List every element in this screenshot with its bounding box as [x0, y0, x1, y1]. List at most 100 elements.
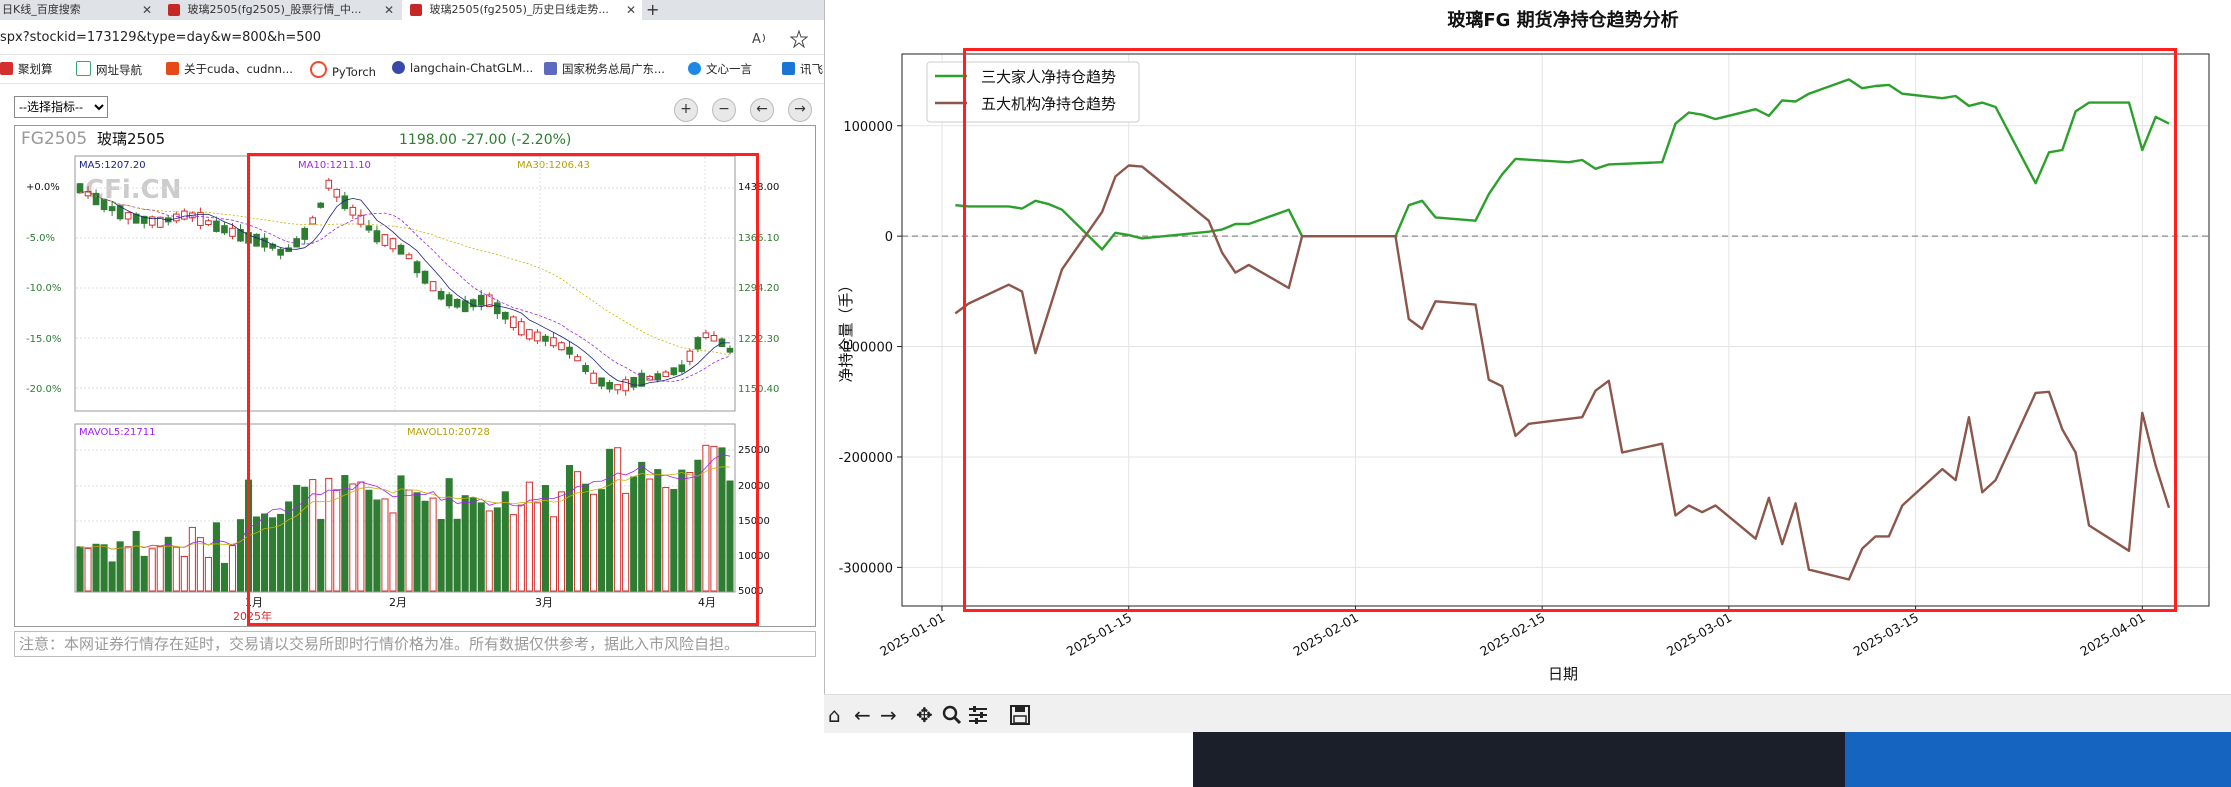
bookmark-item[interactable]: 文心一言 [688, 61, 752, 77]
volume-bar [84, 547, 92, 592]
address-bar[interactable]: spx?stockid=173129&type=day&w=800&h=500 … [0, 20, 825, 55]
favorite-star-icon[interactable] [790, 30, 808, 48]
zoom-in-button[interactable]: + [674, 98, 698, 122]
pan-icon[interactable]: ✥ [916, 703, 933, 727]
x-axis-label: 日期 [1548, 665, 1578, 683]
bookmark-item[interactable]: 聚划算 [0, 61, 53, 77]
bookmark-icon [688, 62, 701, 75]
bookmark-icon [76, 61, 91, 76]
close-icon[interactable]: ✕ [626, 0, 636, 20]
site-icon [168, 4, 180, 16]
x-tick-label: 2025-02-15 [1477, 610, 1547, 659]
close-icon[interactable]: ✕ [384, 0, 394, 20]
candle-body [229, 227, 236, 237]
tab-history[interactable]: 玻璃2505(fg2505)_历史日线走势... ✕ [402, 0, 642, 20]
candle-body [205, 220, 212, 226]
volume-bar [156, 546, 164, 592]
forward-icon[interactable]: → [880, 703, 897, 727]
scroll-right-button[interactable]: → [788, 98, 812, 122]
volume-bar [124, 546, 132, 592]
site-icon [410, 4, 422, 16]
ma5-label: MA5:1207.20 [79, 160, 146, 171]
mavol5-label: MAVOL5:21711 [79, 427, 155, 438]
x-tick-label: 2025-01-01 [877, 610, 947, 659]
indicator-select[interactable]: --选择指标-- [14, 96, 108, 118]
highlight-box [247, 153, 759, 626]
volume-bar [188, 526, 196, 592]
x-ticks: 2025-01-01 2025-01-15 2025-02-01 2025-02-15… [877, 606, 2148, 659]
volume-bar [196, 537, 204, 592]
configure-icon[interactable] [968, 705, 988, 725]
y-tick-label: 0 [885, 230, 893, 245]
new-tab-button[interactable]: + [646, 0, 666, 20]
volume-bar [140, 555, 148, 592]
bookmark-icon [782, 62, 795, 75]
stock-code: FG2505 [21, 129, 87, 149]
volume-bar [236, 519, 245, 592]
volume-bar [220, 562, 229, 592]
y-axis-label: 净持仓量（手） [837, 277, 855, 382]
y-tick-label: 100000 [843, 120, 893, 135]
volume-bar [148, 548, 156, 592]
highlight-box [963, 48, 2177, 612]
url-text[interactable]: spx?stockid=173129&type=day&w=800&h=500 [0, 30, 321, 45]
pct-tick: -10.0% [26, 283, 61, 294]
save-icon[interactable] [1010, 705, 1030, 725]
bookmark-item[interactable]: 网址导航 [76, 61, 142, 78]
stock-quote: 1198.00 -27.00 (-2.20%) [399, 132, 571, 148]
scroll-left-button[interactable]: ← [750, 98, 774, 122]
bookmark-icon [0, 62, 13, 75]
volume-bar [180, 556, 188, 592]
volume-bar [204, 557, 212, 592]
y-tick-label: -200000 [839, 451, 893, 466]
pct-tick: -20.0% [26, 384, 61, 395]
volume-bar [108, 561, 116, 592]
candle-body [181, 210, 188, 220]
volume-bar [228, 545, 237, 592]
bookmark-item[interactable]: 国家税务总局广东... [544, 61, 665, 77]
tab-label: 玻璃2505(fg2505)_股票行情_中... [187, 3, 362, 16]
tab-quote[interactable]: 玻璃2505(fg2505)_股票行情_中... ✕ [160, 0, 400, 20]
zoom-icon[interactable] [942, 705, 962, 725]
bookmark-item[interactable]: 关于cuda、cudnn... [166, 61, 293, 77]
candle-body [100, 198, 108, 211]
matplotlib-toolbar: ⌂ ← → ✥ [824, 694, 2231, 733]
browser-window: 日K线_百度搜索 ✕ 玻璃2505(fg2505)_股票行情_中... ✕ 玻璃… [0, 0, 825, 787]
tab-label: 玻璃2505(fg2505)_历史日线走势... [429, 3, 609, 16]
candle-body [213, 220, 220, 232]
volume-bar [92, 543, 100, 592]
x-tick-label: 2025-03-01 [1664, 610, 1734, 659]
zoom-out-button[interactable]: − [712, 98, 736, 122]
pct-tick: -5.0% [26, 233, 55, 244]
svg-text:A: A [752, 32, 761, 46]
home-icon[interactable]: ⌂ [828, 703, 841, 727]
chart-title: 玻璃FG 期货净持仓趋势分析 [1447, 9, 1678, 31]
volume-bar [116, 541, 124, 592]
risk-notice: 注意：本网证券行情存在延时，交易请以交易所即时行情价格为准。所有数据仅供参考，据… [14, 631, 816, 657]
read-aloud-icon[interactable]: A [752, 30, 768, 46]
x-tick-label: 2025-03-15 [1851, 610, 1921, 659]
x-tick-label: 2025-01-15 [1064, 610, 1134, 659]
bookmark-icon [392, 61, 405, 74]
candle-body [172, 213, 180, 222]
candle-body [108, 206, 116, 212]
bookmarks-bar: 聚划算 网址导航 关于cuda、cudnn... PyTorch langcha… [0, 55, 825, 84]
stock-name: 玻璃2505 [97, 130, 165, 148]
bookmark-item[interactable]: PyTorch [310, 61, 376, 79]
close-icon[interactable]: ✕ [142, 0, 152, 20]
pct-tick: +0.0% [26, 182, 60, 193]
volume-bar [100, 544, 108, 592]
volume-bar [172, 546, 180, 592]
volume-bar [76, 546, 84, 592]
candle-body [124, 212, 132, 220]
tab-baidu[interactable]: 日K线_百度搜索 ✕ [0, 0, 158, 20]
x-tick-label: 2025-02-01 [1291, 610, 1361, 659]
volume-bar [212, 522, 220, 592]
bookmark-item[interactable]: 讯飞 [782, 61, 823, 77]
back-icon[interactable]: ← [854, 703, 871, 727]
candle-body [76, 183, 84, 194]
volume-bar [132, 530, 140, 592]
tab-bar: 日K线_百度搜索 ✕ 玻璃2505(fg2505)_股票行情_中... ✕ 玻璃… [0, 0, 825, 20]
bookmark-icon [166, 62, 179, 75]
bookmark-item[interactable]: langchain-ChatGLM... [392, 61, 533, 75]
